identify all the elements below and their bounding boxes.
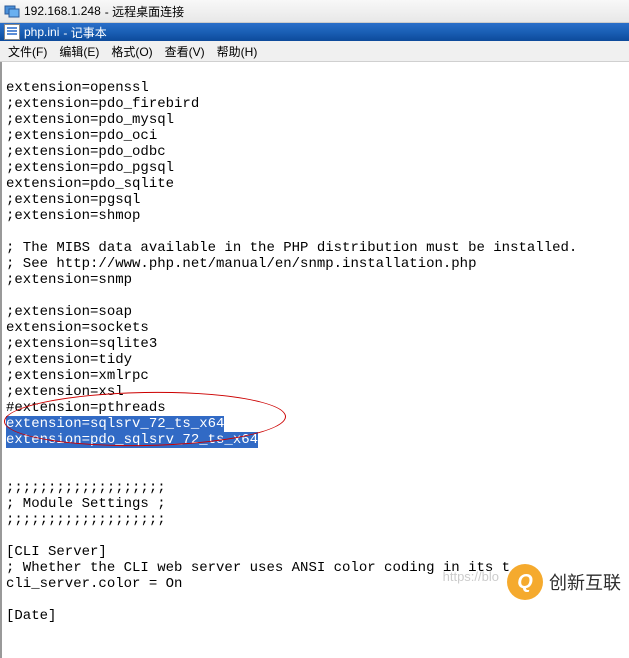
code-line: ; The MIBS data available in the PHP dis… [6, 240, 625, 256]
code-line: ;extension=pdo_oci [6, 128, 625, 144]
code-line: ; See http://www.php.net/manual/en/snmp.… [6, 256, 625, 272]
code-line: extension=pdo_sqlite [6, 176, 625, 192]
menubar: 文件(F) 编辑(E) 格式(O) 查看(V) 帮助(H) [0, 41, 629, 62]
code-line: extension=openssl [6, 80, 625, 96]
menu-edit[interactable]: 编辑(E) [53, 41, 105, 62]
watermark-logo-icon: Q [507, 564, 543, 600]
code-line: ;extension=pdo_odbc [6, 144, 625, 160]
code-line: [CLI Server] [6, 544, 625, 560]
code-line [6, 464, 625, 480]
notepad-icon [4, 24, 20, 40]
rdc-address: 192.168.1.248 [24, 4, 101, 18]
code-line [6, 224, 625, 240]
code-line: ;extension=snmp [6, 272, 625, 288]
code-line: ;extension=pdo_mysql [6, 112, 625, 128]
code-line: ;extension=soap [6, 304, 625, 320]
code-line: ;extension=xmlrpc [6, 368, 625, 384]
code-line: ;;;;;;;;;;;;;;;;;;; [6, 480, 625, 496]
code-line [6, 288, 625, 304]
menu-format[interactable]: 格式(O) [105, 41, 158, 62]
menu-help[interactable]: 帮助(H) [211, 41, 264, 62]
code-line: #extension=pthreads [6, 400, 625, 416]
notepad-titlebar[interactable]: php.ini - 记事本 [0, 23, 629, 41]
code-line: ;extension=sqlite3 [6, 336, 625, 352]
rdc-icon [4, 3, 20, 19]
code-line: ;extension=xsl [6, 384, 625, 400]
watermark-logo: Q 创新互联 [507, 564, 621, 600]
code-line: extension=sockets [6, 320, 625, 336]
highlighted-line-2: extension=pdo_sqlsrv_72_ts_x64 [6, 432, 258, 448]
code-line: ;extension=pdo_pgsql [6, 160, 625, 176]
code-line: ;extension=shmop [6, 208, 625, 224]
code-line: ;extension=tidy [6, 352, 625, 368]
code-line: ; Module Settings ; [6, 496, 625, 512]
notepad-title-suffix: - 记事本 [63, 24, 106, 41]
code-line: ;;;;;;;;;;;;;;;;;;; [6, 512, 625, 528]
code-line: ;extension=pdo_firebird [6, 96, 625, 112]
highlighted-line-1: extension=sqlsrv_72_ts_x64 [6, 416, 224, 432]
watermark-url: https://blo [443, 569, 499, 584]
menu-view[interactable]: 查看(V) [159, 41, 211, 62]
code-line [6, 528, 625, 544]
notepad-filename: php.ini [24, 25, 59, 39]
rdc-title-suffix: - 远程桌面连接 [105, 3, 184, 20]
code-line: ;extension=pgsql [6, 192, 625, 208]
rdc-titlebar: 192.168.1.248 - 远程桌面连接 [0, 0, 629, 23]
menu-file[interactable]: 文件(F) [2, 41, 53, 62]
code-line [6, 448, 625, 464]
code-line: [Date] [6, 608, 625, 624]
watermark-brand: 创新互联 [549, 569, 621, 595]
